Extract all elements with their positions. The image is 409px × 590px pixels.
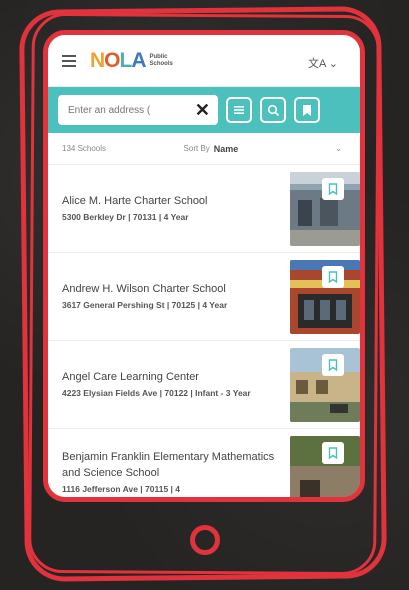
school-name[interactable]: Alice M. Harte Charter School — [62, 193, 282, 209]
bookmark-outline-icon — [328, 446, 338, 459]
list-item[interactable]: Angel Care Learning Center 4223 Elysian … — [48, 341, 360, 429]
sort-label: Sort By — [183, 144, 210, 153]
bookmark-outline-icon — [328, 182, 338, 195]
search-bar: ✕ — [48, 87, 360, 133]
bookmark-outline-icon — [328, 270, 338, 283]
school-photo — [290, 171, 360, 246]
search-icon — [267, 104, 279, 116]
address-input[interactable] — [66, 103, 195, 117]
chevron-down-icon: ⌄ — [328, 58, 338, 70]
school-meta: 4223 Elysian Fields Ave | 70122 | Infant… — [62, 388, 251, 398]
school-list: Alice M. Harte Charter School 5300 Berkl… — [48, 165, 360, 497]
logo[interactable]: NOLA Public Schools — [90, 49, 180, 73]
school-photo — [290, 259, 360, 334]
school-name[interactable]: Angel Care Learning Center — [62, 369, 282, 385]
sort-select[interactable]: Name — [214, 144, 336, 154]
school-photo — [290, 435, 360, 497]
sort-bar: 134 Schools Sort By Name ⌄ — [48, 133, 360, 165]
school-count: 134 Schools — [62, 144, 107, 153]
list-item[interactable]: Andrew H. Wilson Charter School 3617 Gen… — [48, 253, 360, 341]
school-meta: 1116 Jefferson Ave | 70115 | 4 — [62, 484, 181, 494]
logo-subtitle: Public Schools — [149, 53, 173, 67]
school-name[interactable]: Benjamin Franklin Elementary Mathematics… — [62, 449, 282, 481]
bookmark-button[interactable] — [322, 177, 344, 200]
list-item[interactable]: Benjamin Franklin Elementary Mathematics… — [48, 429, 360, 497]
menu-icon[interactable] — [62, 54, 76, 67]
school-meta: 5300 Berkley Dr | 70131 | 4 Year — [62, 212, 189, 222]
phone-screen: NOLA Public Schools 文A ⌄ ✕ — [43, 30, 365, 502]
clear-icon[interactable]: ✕ — [195, 100, 210, 121]
list-item[interactable]: Alice M. Harte Charter School 5300 Berkl… — [48, 165, 360, 253]
bookmark-button[interactable] — [322, 265, 344, 288]
top-bar: NOLA Public Schools 文A ⌄ — [48, 35, 360, 87]
school-meta: 3617 General Pershing St | 70125 | 4 Yea… — [62, 300, 228, 310]
filter-list-icon — [234, 106, 244, 114]
bookmark-button[interactable] — [322, 441, 344, 464]
filter-button[interactable] — [226, 97, 252, 123]
school-name[interactable]: Andrew H. Wilson Charter School — [62, 281, 282, 297]
home-button — [190, 525, 220, 555]
search-button[interactable] — [260, 97, 286, 123]
saved-button[interactable] — [294, 97, 320, 123]
translate-icon: 文A — [307, 58, 326, 70]
bookmark-button[interactable] — [322, 353, 344, 376]
logo-wordmark: NOLA — [90, 48, 147, 72]
bookmark-outline-icon — [328, 358, 338, 371]
chevron-down-icon[interactable]: ⌄ — [335, 144, 342, 153]
translate-button[interactable]: 文A ⌄ — [308, 55, 338, 71]
school-photo — [290, 347, 360, 422]
address-search-field[interactable]: ✕ — [58, 95, 218, 125]
bookmark-icon — [303, 104, 311, 116]
